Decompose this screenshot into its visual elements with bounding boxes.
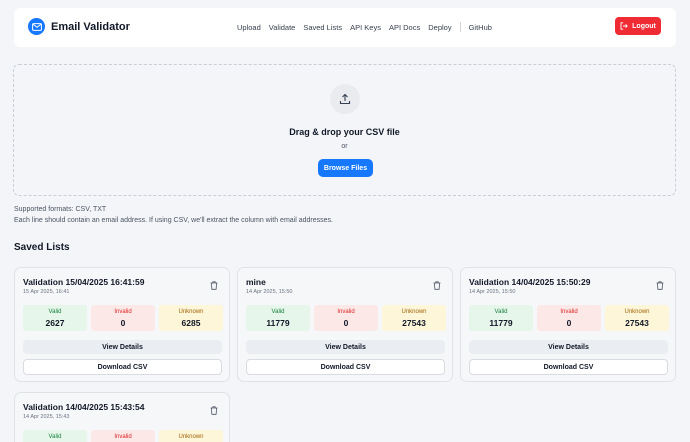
nav-api-docs[interactable]: API Docs xyxy=(389,23,420,32)
saved-list-card: Validation 14/04/2025 15:43:54 14 Apr 20… xyxy=(14,392,230,442)
invalid-label: Invalid xyxy=(114,309,132,315)
unknown-count: 6285 xyxy=(181,318,201,328)
list-name: Validation 15/04/2025 16:41:59 xyxy=(23,277,145,287)
saved-list-card: mine 14 Apr 2025, 15:50 Valid 11779 Inval… xyxy=(237,267,453,382)
unknown-stat: Unknown xyxy=(159,430,223,442)
app-title: Email Validator xyxy=(51,20,130,33)
mail-icon xyxy=(28,18,45,35)
valid-count: 11779 xyxy=(266,318,290,328)
view-details-button[interactable]: View Details xyxy=(23,340,222,354)
list-date: 14 Apr 2025, 15:50 xyxy=(469,289,516,295)
brand[interactable]: Email Validator xyxy=(28,18,130,35)
invalid-count: 0 xyxy=(343,318,349,328)
list-name: Validation 14/04/2025 15:50:29 xyxy=(469,277,591,287)
unknown-label: Unknown xyxy=(401,309,427,315)
view-details-button[interactable]: View Details xyxy=(469,340,668,354)
unknown-count: 27543 xyxy=(625,318,649,328)
list-name: mine xyxy=(246,277,266,287)
trash-icon[interactable] xyxy=(656,277,664,295)
download-csv-button[interactable]: Download CSV xyxy=(23,359,222,375)
invalid-stat: Invalid 0 xyxy=(314,305,378,331)
download-csv-button[interactable]: Download CSV xyxy=(246,359,445,375)
browse-files-button[interactable]: Browse Files xyxy=(318,159,373,177)
invalid-label: Invalid xyxy=(114,434,132,440)
unknown-label: Unknown xyxy=(178,309,204,315)
nav-deploy[interactable]: Deploy xyxy=(428,23,451,32)
invalid-label: Invalid xyxy=(560,309,578,315)
saved-list-card: Validation 15/04/2025 16:41:59 15 Apr 20… xyxy=(14,267,230,382)
invalid-stat: Invalid 0 xyxy=(91,305,155,331)
logout-button[interactable]: Logout xyxy=(615,17,661,35)
valid-count: 11779 xyxy=(489,318,513,328)
nav-validate[interactable]: Validate xyxy=(269,23,296,32)
invalid-stat: Invalid xyxy=(91,430,155,442)
nav-api-keys[interactable]: API Keys xyxy=(350,23,381,32)
list-date: 14 Apr 2025, 15:50 xyxy=(246,289,293,295)
nav-divider xyxy=(459,22,461,32)
trash-icon[interactable] xyxy=(433,277,441,295)
saved-lists-title: Saved Lists xyxy=(14,242,70,253)
unknown-label: Unknown xyxy=(624,309,650,315)
valid-stat: Valid 11779 xyxy=(246,305,310,331)
nav-saved-lists[interactable]: Saved Lists xyxy=(303,23,342,32)
invalid-stat: Invalid 0 xyxy=(537,305,601,331)
valid-label: Valid xyxy=(271,309,285,315)
unknown-count: 27543 xyxy=(402,318,426,328)
unknown-label: Unknown xyxy=(178,434,204,440)
valid-stat: Valid 11779 xyxy=(469,305,533,331)
unknown-stat: Unknown 27543 xyxy=(382,305,446,331)
nav-github[interactable]: GitHub xyxy=(469,23,492,32)
nav-links: Upload Validate Saved Lists API Keys API… xyxy=(237,22,500,32)
valid-label: Valid xyxy=(48,434,62,440)
saved-list-card: Validation 14/04/2025 15:50:29 14 Apr 20… xyxy=(460,267,676,382)
nav-upload[interactable]: Upload xyxy=(237,23,261,32)
unknown-stat: Unknown 27543 xyxy=(605,305,669,331)
file-dropzone[interactable]: Drag & drop your CSV file or Browse File… xyxy=(13,64,676,196)
valid-label: Valid xyxy=(494,309,508,315)
supported-formats: Supported formats: CSV, TXT xyxy=(14,206,107,213)
invalid-count: 0 xyxy=(120,318,126,328)
trash-icon[interactable] xyxy=(210,402,218,420)
dropzone-or: or xyxy=(341,143,348,150)
list-name: Validation 14/04/2025 15:43:54 xyxy=(23,402,145,412)
valid-stat: Valid xyxy=(23,430,87,442)
invalid-label: Invalid xyxy=(337,309,355,315)
upload-icon xyxy=(330,84,360,114)
valid-label: Valid xyxy=(48,309,62,315)
unknown-stat: Unknown 6285 xyxy=(159,305,223,331)
list-date: 14 Apr 2025, 15:43 xyxy=(23,414,70,420)
list-date: 15 Apr 2025, 16:41 xyxy=(23,289,70,295)
format-hint: Each line should contain an email addres… xyxy=(14,217,333,224)
logout-icon xyxy=(620,22,628,30)
top-navbar: Email Validator Upload Validate Saved Li… xyxy=(14,8,676,47)
invalid-count: 0 xyxy=(566,318,572,328)
download-csv-button[interactable]: Download CSV xyxy=(469,359,668,375)
dropzone-title: Drag & drop your CSV file xyxy=(289,127,400,137)
valid-count: 2627 xyxy=(45,318,65,328)
logout-label: Logout xyxy=(632,22,656,30)
trash-icon[interactable] xyxy=(210,277,218,295)
valid-stat: Valid 2627 xyxy=(23,305,87,331)
view-details-button[interactable]: View Details xyxy=(246,340,445,354)
